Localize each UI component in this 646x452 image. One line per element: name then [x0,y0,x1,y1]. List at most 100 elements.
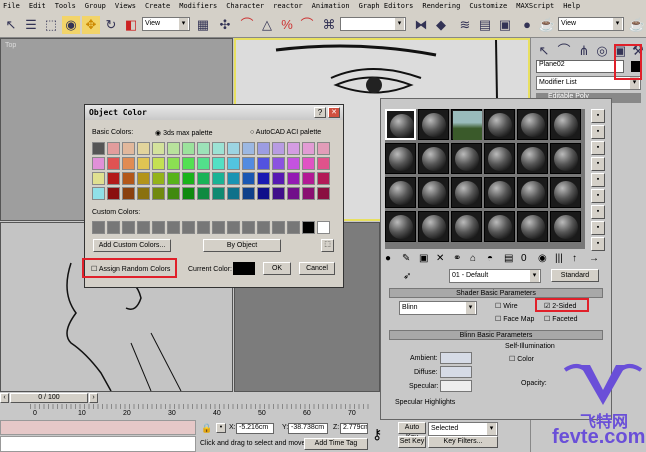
color-swatch[interactable] [122,187,135,200]
self-illum-color-checkbox[interactable]: ☐ Color [509,355,534,363]
close-button[interactable]: ✕ [328,107,340,118]
named-selection-icon[interactable]: ⌘ [320,16,338,34]
color-picker-icon[interactable]: ⬚ [321,239,334,252]
color-swatch[interactable] [257,172,270,185]
pick-material-icon[interactable]: ➶ [403,271,411,282]
key-filters-button[interactable]: Key Filters... [428,436,498,448]
next-frame-button[interactable]: › [89,393,98,403]
palette-aci-radio[interactable]: ○ AutoCAD ACI palette [250,129,321,136]
named-selection-dropdown[interactable] [340,17,406,31]
color-swatch[interactable] [92,157,105,170]
material-sample-slot[interactable] [484,177,515,208]
color-swatch[interactable] [287,157,300,170]
custom-color-swatch[interactable] [137,221,150,234]
menu-edit[interactable]: Edit [29,0,46,12]
background-icon[interactable]: ▪ [591,141,605,155]
material-sample-slot[interactable] [484,109,515,140]
create-tab-icon[interactable]: ↖ [535,42,553,60]
faceted-checkbox[interactable]: ☐ Faceted [544,315,578,323]
color-swatch[interactable] [167,157,180,170]
color-swatch[interactable] [212,142,225,155]
color-swatch[interactable] [197,172,210,185]
color-swatch[interactable] [122,157,135,170]
color-swatch[interactable] [302,157,315,170]
material-sample-slot[interactable] [385,177,416,208]
menu-reactor[interactable]: reactor [273,0,303,12]
custom-color-swatch[interactable] [122,221,135,234]
make-preview-icon[interactable]: ▪ [591,189,605,203]
color-swatch[interactable] [122,142,135,155]
track-bar[interactable]: 0 10 20 30 40 50 60 70 [0,404,380,420]
material-sample-slot[interactable] [517,109,548,140]
z-coordinate-field[interactable]: 2.779cm [340,423,368,434]
region-select-icon[interactable]: ⬚ [42,16,60,34]
lock-icon[interactable]: 🔒 [201,423,212,434]
options-icon[interactable]: ▪ [591,205,605,219]
put-to-scene-icon[interactable]: ✎ [402,253,410,264]
custom-color-swatch[interactable] [197,221,210,234]
material-sample-slot[interactable] [484,143,515,174]
add-time-tag-button[interactable]: Add Time Tag [304,438,368,450]
specular-swatch[interactable] [440,380,472,392]
color-swatch[interactable] [272,172,285,185]
select-arrow-icon[interactable]: ↖ [2,16,20,34]
menu-tools[interactable]: Tools [55,0,76,12]
key-mode-dropdown[interactable]: Selected [428,422,498,436]
mirror-icon[interactable]: ⧓ [412,16,430,34]
color-swatch[interactable] [107,187,120,200]
color-swatch[interactable] [242,142,255,155]
frame-indicator[interactable]: 0 / 100 [10,393,88,403]
wire-checkbox[interactable]: ☐ Wire [495,302,518,310]
prev-frame-button[interactable]: ‹ [0,393,9,403]
pivot-icon[interactable]: ▦ [194,16,212,34]
color-swatch[interactable] [137,187,150,200]
x-coordinate-field[interactable]: -5.216cm [236,423,274,434]
color-swatch[interactable] [167,172,180,185]
custom-color-swatch[interactable] [107,221,120,234]
color-swatch[interactable] [317,157,330,170]
maxscript-listener[interactable] [0,420,196,435]
color-swatch[interactable] [152,157,165,170]
color-swatch[interactable] [242,187,255,200]
color-swatch[interactable] [227,172,240,185]
color-swatch[interactable] [137,142,150,155]
color-swatch[interactable] [167,187,180,200]
color-swatch[interactable] [287,187,300,200]
color-swatch[interactable] [107,172,120,185]
delete-icon[interactable]: ⚭ [453,253,461,264]
material-sample-slot[interactable] [484,211,515,242]
color-swatch[interactable] [137,172,150,185]
color-swatch[interactable] [107,142,120,155]
absolute-mode-icon[interactable]: • [216,423,226,433]
go-forward-icon[interactable]: → [589,253,599,264]
color-swatch[interactable] [92,187,105,200]
time-slider[interactable]: ‹ 0 / 100 › [0,392,380,404]
put-to-library-icon[interactable]: ▤ [504,253,513,264]
select-by-material-icon[interactable]: ▪ [591,221,605,235]
assign-material-icon[interactable]: ▣ [419,253,428,264]
material-id-icon[interactable]: 0 [521,253,527,264]
menu-maxscript[interactable]: MAXScript [516,0,554,12]
key-icon[interactable]: ⚷ [372,426,382,443]
color-swatch[interactable] [257,187,270,200]
menu-create[interactable]: Create [145,0,170,12]
material-sample-slot[interactable] [451,177,482,208]
color-swatch[interactable] [272,142,285,155]
custom-color-swatch[interactable] [182,221,195,234]
schematic-icon[interactable]: ▣ [496,16,514,34]
make-unique-icon[interactable]: ◓ [487,253,493,264]
color-swatch[interactable] [272,157,285,170]
go-to-parent-icon[interactable]: ↑ [572,253,577,264]
color-swatch[interactable] [287,142,300,155]
custom-color-swatch[interactable] [317,221,330,234]
show-map-icon[interactable]: ◉ [538,253,547,264]
material-navigator-icon[interactable]: ▪ [591,237,605,251]
render-scene-icon[interactable]: ☕ [538,16,556,34]
backlight-icon[interactable]: ▪ [591,125,605,139]
percent-snap-icon[interactable]: % [278,16,296,34]
material-sample-slot[interactable] [550,211,581,242]
shader-basic-parameters-rollout[interactable]: Shader Basic Parameters [389,288,603,298]
material-sample-slot[interactable] [451,211,482,242]
color-swatch[interactable] [212,157,225,170]
maxscript-output[interactable] [0,436,196,452]
